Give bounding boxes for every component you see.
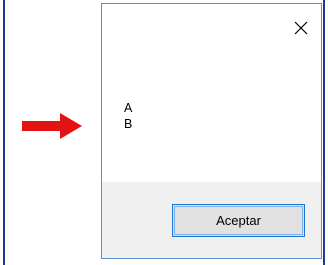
dialog-footer: Aceptar xyxy=(102,182,321,258)
frame-line-right xyxy=(323,0,325,265)
dialog-message: A B xyxy=(124,100,132,132)
close-icon xyxy=(294,21,308,35)
message-line: A xyxy=(124,101,133,115)
close-button[interactable] xyxy=(287,14,315,42)
frame-line-left xyxy=(3,0,5,265)
message-line: B xyxy=(124,117,133,131)
arrow-right-icon xyxy=(22,113,82,139)
message-dialog: A B Aceptar xyxy=(101,3,322,259)
screenshot-frame: A B Aceptar xyxy=(0,0,328,265)
accept-button[interactable]: Aceptar xyxy=(172,204,305,237)
